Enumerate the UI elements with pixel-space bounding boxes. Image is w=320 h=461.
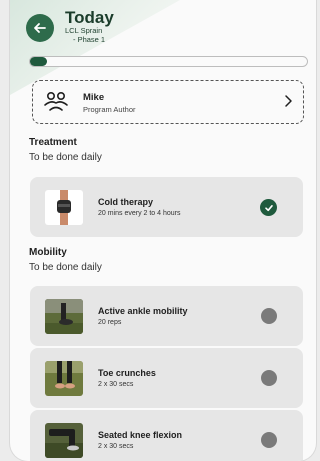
program-author-card[interactable]: Mike Program Author — [32, 80, 304, 124]
exercise-card-toe-crunches[interactable]: Toe crunches 2 x 30 secs — [30, 348, 303, 408]
progress-bar — [29, 56, 308, 67]
exercise-title: Active ankle mobility — [98, 306, 188, 316]
completion-toggle[interactable] — [260, 199, 277, 216]
exercise-detail: 2 x 30 secs — [98, 381, 134, 388]
section-title-mobility: Mobility — [29, 247, 67, 258]
users-icon — [44, 91, 68, 111]
exercise-detail: 2 x 30 secs — [98, 443, 134, 450]
exercise-detail: 20 reps — [98, 319, 122, 326]
progress-fill — [30, 57, 47, 66]
author-role: Program Author — [83, 105, 136, 114]
completion-toggle[interactable] — [261, 432, 277, 448]
page-title: Today — [65, 8, 114, 27]
program-name: LCL Sprain — [65, 26, 103, 35]
completion-toggle[interactable] — [261, 370, 277, 386]
exercise-card-active-ankle-mobility[interactable]: Active ankle mobility 20 reps — [30, 286, 303, 346]
exercise-thumbnail — [45, 299, 83, 334]
exercise-detail: 20 mins every 2 to 4 hours — [98, 210, 181, 217]
exercise-thumbnail — [45, 361, 83, 396]
exercise-card-seated-knee-flexion[interactable]: Seated knee flexion 2 x 30 secs — [30, 410, 303, 461]
exercise-card-cold-therapy[interactable]: Cold therapy 20 mins every 2 to 4 hours — [30, 177, 303, 237]
program-phase: - Phase 1 — [73, 35, 106, 44]
back-button[interactable] — [26, 14, 54, 42]
app-frame: Today LCL Sprain - Phase 1 Mike Program … — [10, 0, 316, 461]
section-title-treatment: Treatment — [29, 137, 77, 148]
exercise-thumbnail — [45, 423, 83, 458]
check-icon — [264, 204, 273, 211]
exercise-thumbnail — [45, 190, 83, 225]
author-name: Mike — [83, 92, 105, 103]
exercise-title: Seated knee flexion — [98, 430, 183, 440]
section-subtitle-mobility: To be done daily — [29, 262, 102, 273]
chevron-right-icon — [285, 95, 292, 107]
section-subtitle-treatment: To be done daily — [29, 152, 102, 163]
exercise-title: Toe crunches — [98, 368, 156, 378]
page-subtitle: LCL Sprain - Phase 1 — [65, 26, 105, 44]
arrow-left-icon — [34, 23, 46, 33]
completion-toggle[interactable] — [261, 308, 277, 324]
exercise-title: Cold therapy — [98, 197, 154, 207]
